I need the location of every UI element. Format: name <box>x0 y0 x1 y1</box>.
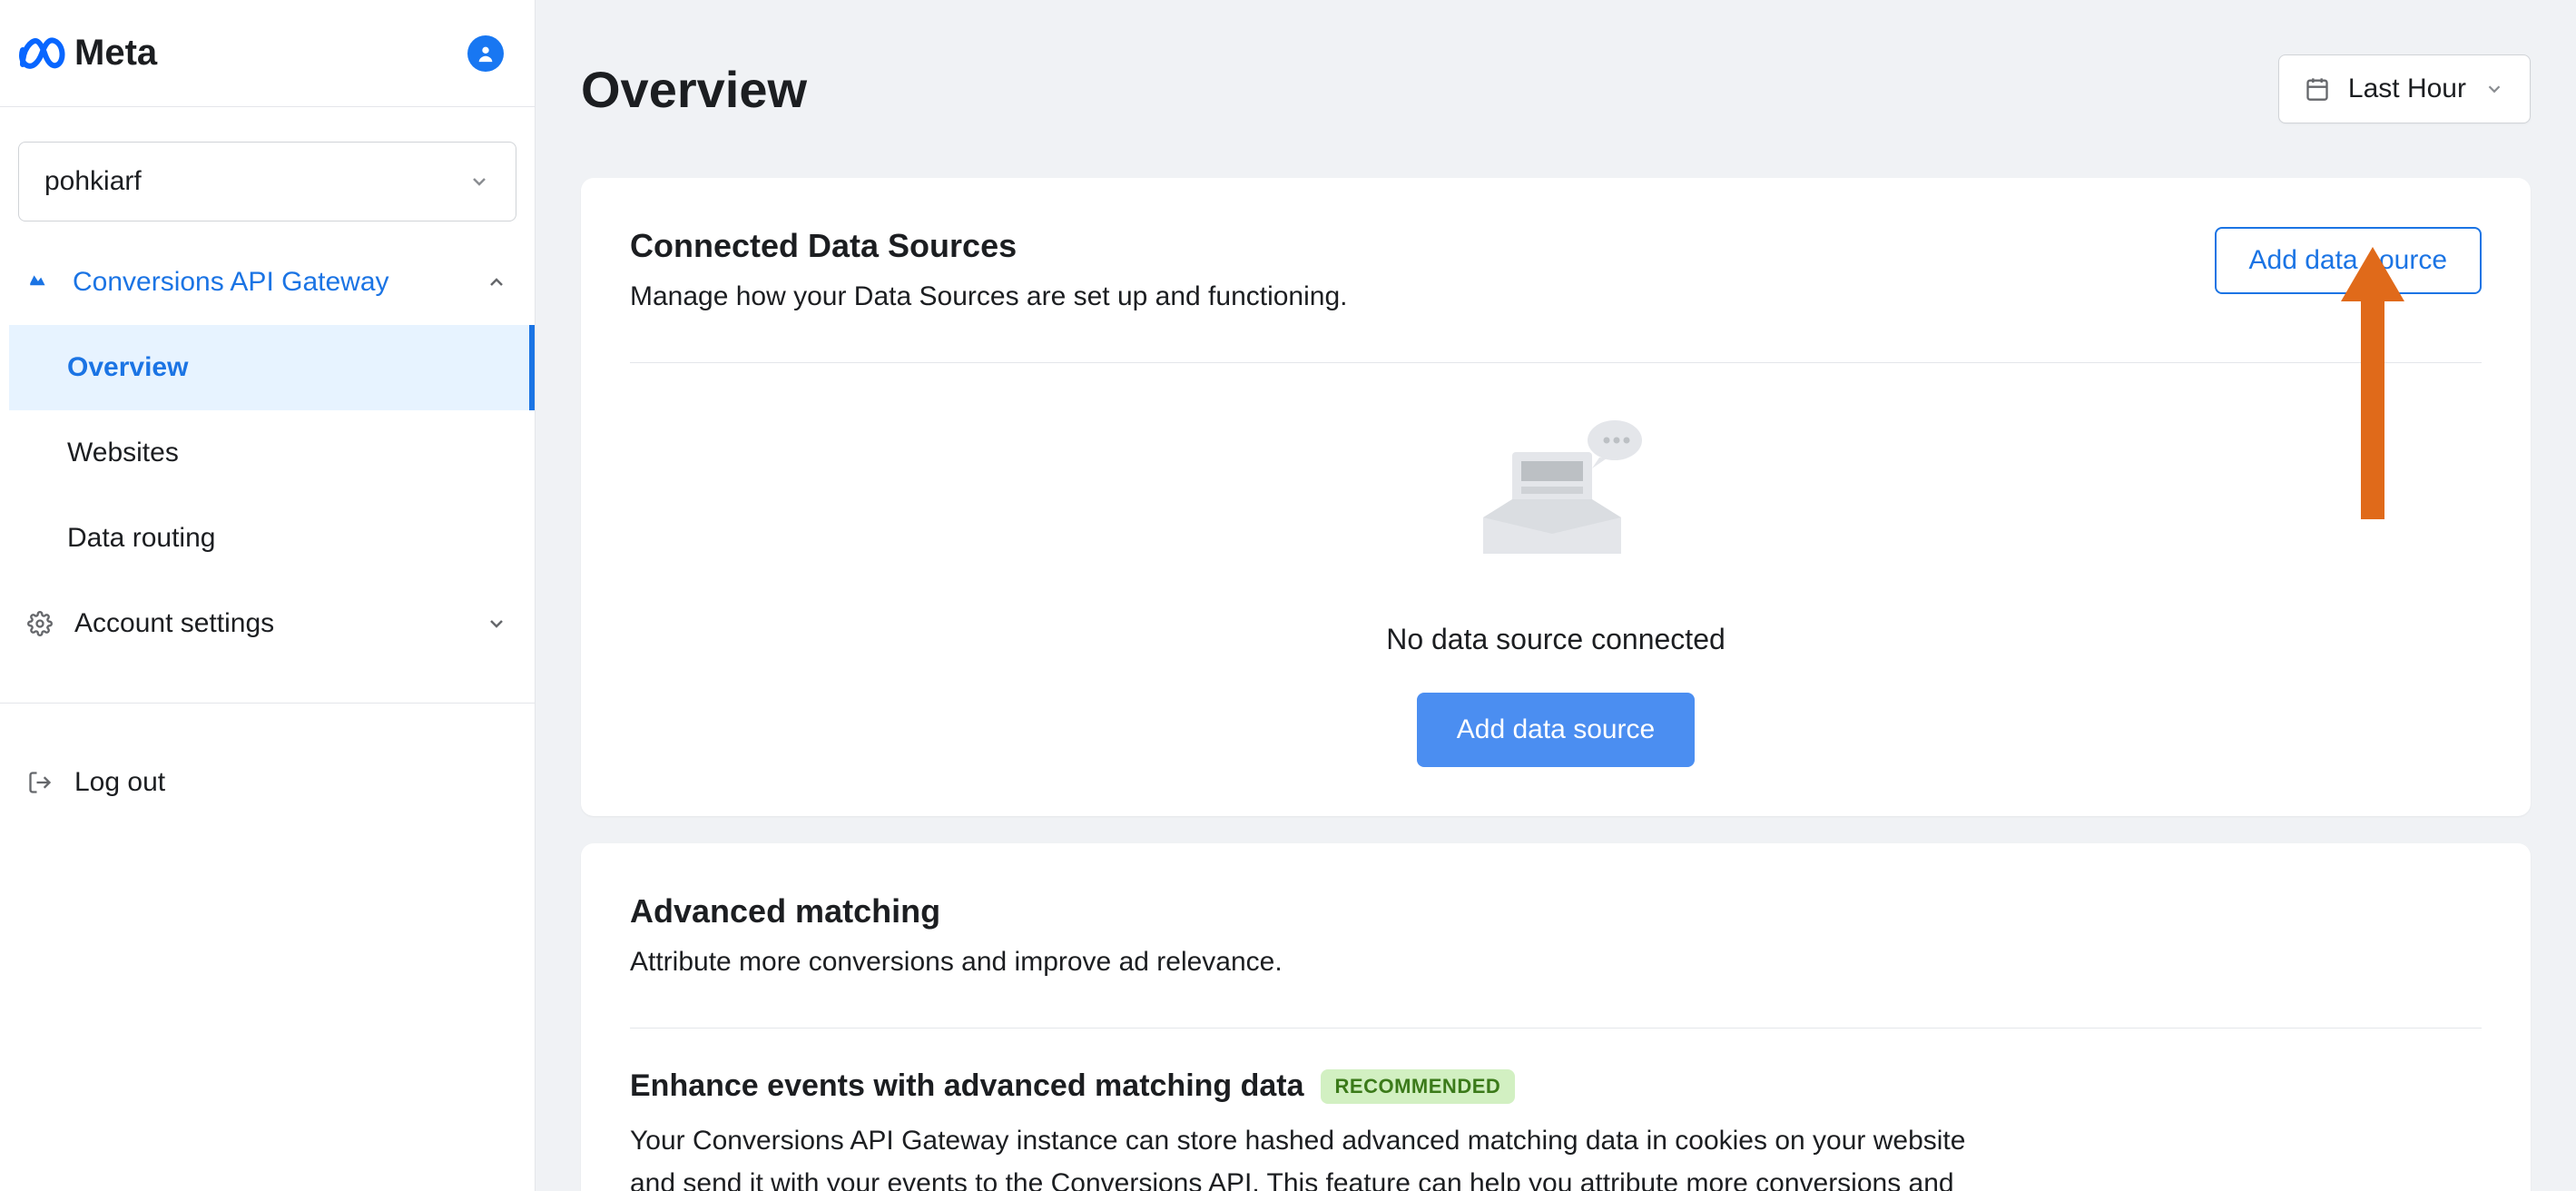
button-label: Add data source <box>1457 714 1655 744</box>
enhance-body-text: Your Conversions API Gateway instance ca… <box>630 1120 2010 1191</box>
account-selected: pohkiarf <box>44 166 142 197</box>
empty-illustration <box>1456 408 1656 590</box>
nav-group-capi: Conversions API Gateway Overview Website… <box>0 240 535 581</box>
sidebar-item-label: Account settings <box>74 608 274 639</box>
chevron-down-icon <box>486 613 507 635</box>
add-data-source-button-primary[interactable]: Add data source <box>1417 693 1695 767</box>
recommended-badge: RECOMMENDED <box>1321 1069 1516 1104</box>
brand-name: Meta <box>74 33 157 74</box>
card-subtitle: Attribute more conversions and improve a… <box>630 947 2482 978</box>
main-content: Overview Last Hour Connected Data Source… <box>536 0 2576 1191</box>
card-title: Connected Data Sources <box>630 227 1348 265</box>
sidebar-item-websites[interactable]: Websites <box>9 410 526 496</box>
sidebar-item-label: Websites <box>67 438 179 468</box>
sidebar-item-label: Overview <box>67 352 188 382</box>
person-icon <box>476 44 496 64</box>
chevron-down-icon <box>2484 79 2504 99</box>
empty-state-text: No data source connected <box>1386 623 1726 656</box>
button-label: Add data source <box>2249 245 2447 275</box>
sidebar-item-account-settings[interactable]: Account settings <box>9 581 526 666</box>
sidebar-header: Meta <box>0 0 535 106</box>
card-subtitle: Manage how your Data Sources are set up … <box>630 281 1348 312</box>
chevron-down-icon <box>468 171 490 192</box>
gear-icon <box>27 611 53 636</box>
nav-group-header[interactable]: Conversions API Gateway <box>9 240 526 325</box>
nav-group-label: Conversions API Gateway <box>73 267 389 298</box>
time-range-picker[interactable]: Last Hour <box>2278 54 2531 123</box>
gateway-icon <box>27 271 51 294</box>
sidebar-item-label: Log out <box>74 767 165 798</box>
avatar[interactable] <box>467 35 504 72</box>
body-text: Your Conversions API Gateway instance ca… <box>630 1126 1965 1191</box>
page-header: Overview Last Hour <box>581 54 2531 123</box>
sidebar-item-data-routing[interactable]: Data routing <box>9 496 526 581</box>
nav-group-settings: Account settings <box>0 581 535 666</box>
sidebar: Meta pohkiarf Conversions API Gateway Ov… <box>0 0 536 1191</box>
section-title-text: Enhance events with advanced matching da… <box>630 1068 1304 1104</box>
meta-logo-icon <box>18 37 67 70</box>
empty-state: No data source connected Add data source <box>630 363 2482 767</box>
page-title: Overview <box>581 60 807 119</box>
sidebar-item-label: Data routing <box>67 523 215 553</box>
add-data-source-button-outline[interactable]: Add data source <box>2215 227 2482 294</box>
account-selector[interactable]: pohkiarf <box>18 142 516 221</box>
calendar-icon <box>2305 76 2330 102</box>
card-connected-data-sources: Connected Data Sources Manage how your D… <box>581 178 2531 816</box>
enhance-section-title: Enhance events with advanced matching da… <box>630 1068 2482 1104</box>
brand: Meta <box>18 33 157 74</box>
chevron-up-icon <box>486 271 507 293</box>
divider <box>0 106 535 107</box>
card-advanced-matching: Advanced matching Attribute more convers… <box>581 843 2531 1191</box>
time-range-label: Last Hour <box>2348 74 2466 104</box>
logout-icon <box>27 770 53 795</box>
sidebar-item-logout[interactable]: Log out <box>0 740 535 825</box>
card-title: Advanced matching <box>630 892 2482 930</box>
sidebar-item-overview[interactable]: Overview <box>9 325 535 410</box>
